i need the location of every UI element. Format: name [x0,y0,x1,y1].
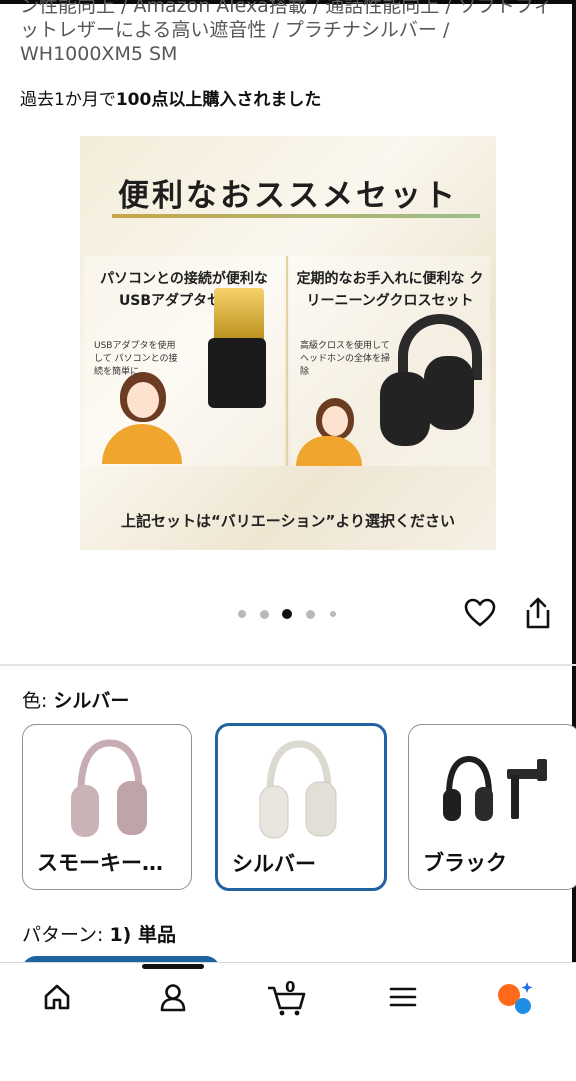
purchase-count-bold: 100点以上購入されました [115,90,322,110]
silver-headphone-icon [259,740,337,839]
carousel-dot[interactable] [238,610,246,618]
share-icon[interactable] [524,596,552,634]
color-option-smoky[interactable]: スモーキー… [22,724,192,890]
menu-icon[interactable] [388,982,418,1016]
model-face-left [127,382,159,418]
alexa-icon[interactable] [496,980,534,1020]
panel-divider [286,256,288,466]
hero-footer: 上記セットは“バリエーション”より選択ください [120,512,456,530]
window-edge [572,0,576,1080]
color-option-label: ブラック [423,851,507,875]
headphone-cup-image [380,372,430,446]
carousel-dot[interactable] [306,610,315,619]
heart-icon[interactable] [464,598,496,632]
color-label: 色: シルバー [22,686,129,713]
pattern-label-text: パターン: [22,924,104,946]
purchase-prefix: 過去1か月で [20,90,116,110]
color-option-black[interactable]: ブラック [408,724,576,890]
black-headphone-icon [443,755,547,821]
color-option-label: スモーキー… [37,851,163,875]
pattern-selected-value: 1) 単品 [109,924,176,946]
bottom-sheet-grabber[interactable] [142,964,204,969]
cart-count: 0 [285,978,296,996]
section-divider [0,664,576,666]
color-label-text: 色: [22,690,48,712]
color-option-silver[interactable]: シルバー [215,723,387,891]
account-icon[interactable] [158,982,188,1016]
smoky-headphone-icon [71,739,147,837]
carousel-dot[interactable] [330,611,336,617]
product-title[interactable]: ン性能向上 / Amazon Alexa搭載 / 通話性能向上 / ソフトフィッ… [20,0,560,66]
home-icon[interactable] [42,982,72,1016]
usb-body-image [208,338,266,408]
pattern-label: パターン: 1) 単品 [22,920,176,947]
hero-title: 便利なおススメセット [118,178,458,214]
headphone-cup-image [424,356,474,430]
model-face-right [322,406,348,436]
carousel-dot-active[interactable] [282,609,292,619]
purchase-count: 過去1か月で100点以上購入されました [20,85,321,110]
color-selected-value: シルバー [53,690,130,712]
hero-underline [112,214,480,218]
product-image[interactable]: 便利なおススメセット パソコンとの接続が便利な USBアダプタセット USBアダ… [80,136,496,550]
carousel-dot[interactable] [260,610,269,619]
cloth-panel-heading: 定期的なお手入れに便利な クリーニーングクロスセット [296,271,484,309]
usb-adapter-image [214,288,264,344]
cloth-panel-note: 高級クロスを使用して ヘッドホンの全体を掃除 [300,341,391,377]
color-option-label: シルバー [232,852,316,876]
